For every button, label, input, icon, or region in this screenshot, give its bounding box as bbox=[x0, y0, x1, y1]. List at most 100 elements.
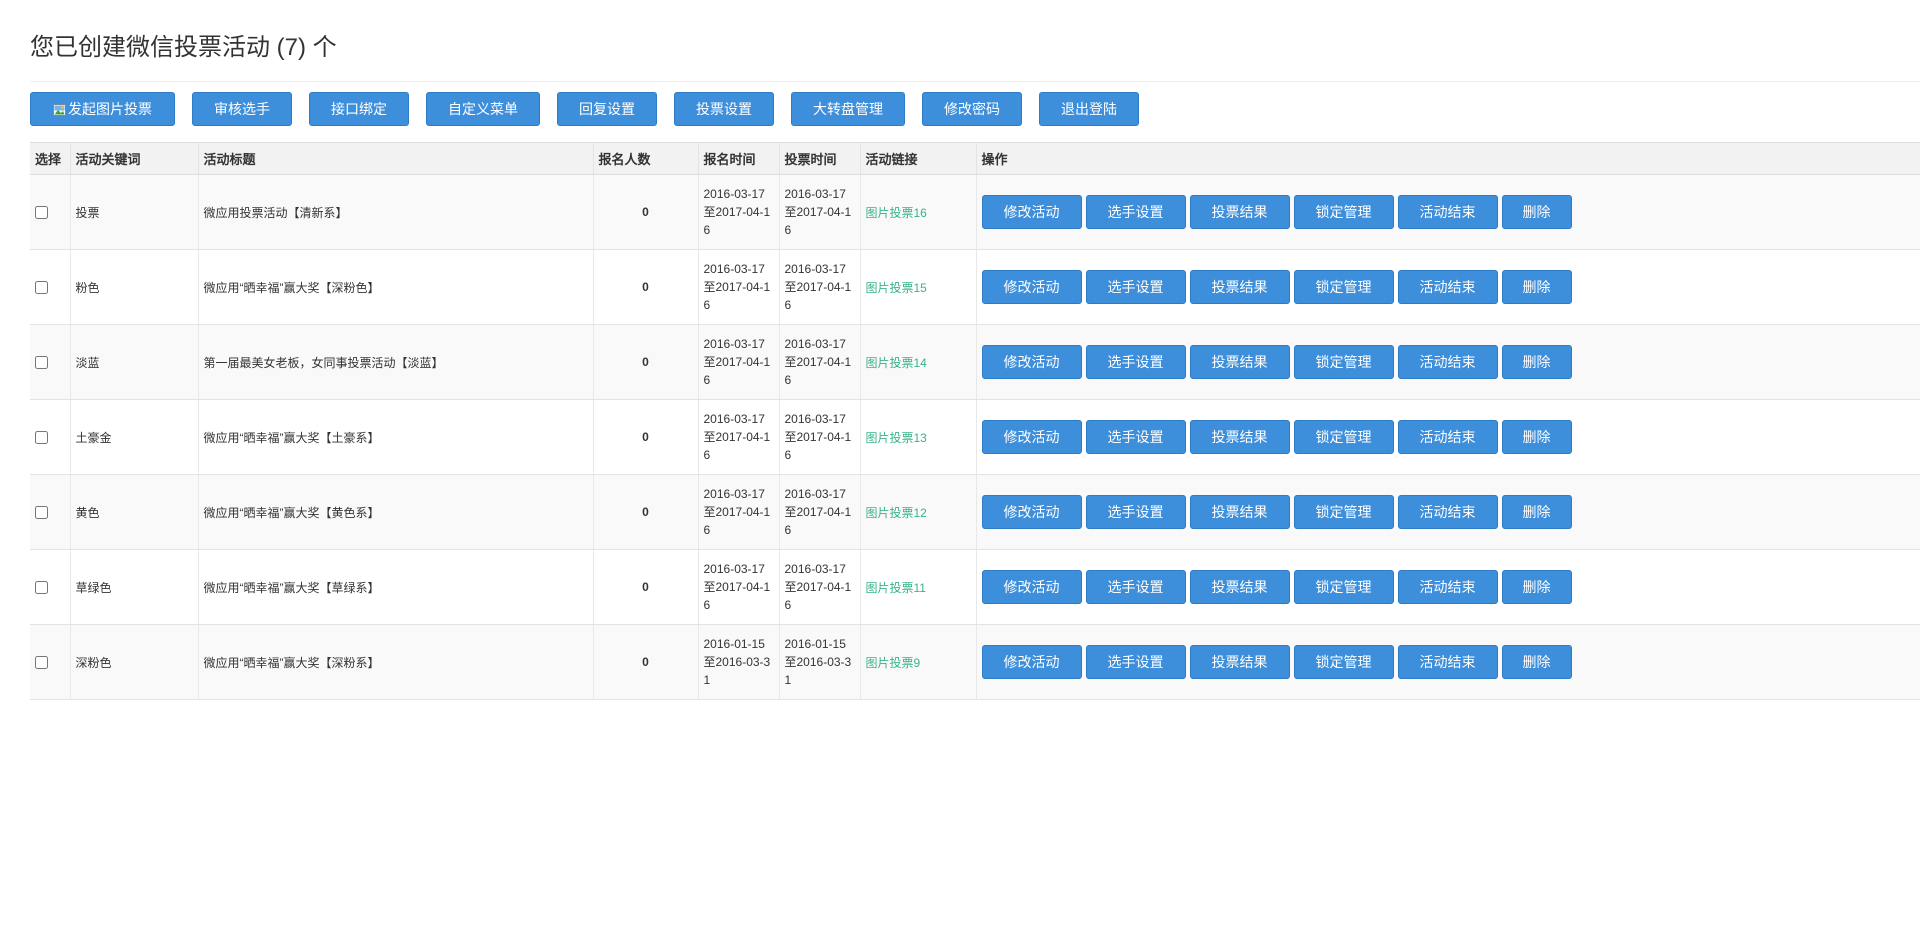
review-players-button[interactable]: 审核选手 bbox=[192, 92, 292, 126]
player-settings-button[interactable]: 选手设置 bbox=[1085, 270, 1186, 304]
player-settings-button[interactable]: 选手设置 bbox=[1085, 420, 1186, 454]
header-link: 活动链接 bbox=[860, 142, 977, 175]
table-row: 土豪金 微应用“晒幸福”赢大奖【土豪系】 0 2016-03-17至2017-0… bbox=[30, 399, 1920, 475]
row-checkbox[interactable] bbox=[35, 281, 48, 295]
custom-menu-button[interactable]: 自定义菜单 bbox=[426, 92, 540, 126]
api-binding-button[interactable]: 接口绑定 bbox=[309, 92, 409, 126]
edit-activity-button[interactable]: 修改活动 bbox=[981, 345, 1082, 379]
player-settings-button[interactable]: 选手设置 bbox=[1085, 570, 1186, 604]
title-cell: 微应用“晒幸福”赢大奖【黄色系】 bbox=[198, 474, 594, 550]
row-vote-time: 2016-03-17至2017-04-16 bbox=[779, 324, 861, 400]
actions-cell: 修改活动 选手设置 投票结果 锁定管理 活动结束 删除 bbox=[976, 249, 1920, 325]
edit-activity-button[interactable]: 修改活动 bbox=[981, 495, 1082, 529]
select-cell bbox=[30, 324, 71, 400]
title-cell: 微应用“晒幸福”赢大奖【深粉色】 bbox=[198, 249, 594, 325]
header-title: 活动标题 bbox=[198, 142, 594, 175]
vote-results-button[interactable]: 投票结果 bbox=[1189, 570, 1290, 604]
edit-activity-button[interactable]: 修改活动 bbox=[981, 195, 1082, 229]
row-checkbox[interactable] bbox=[35, 506, 48, 520]
delete-button[interactable]: 删除 bbox=[1501, 270, 1572, 304]
keyword-cell: 粉色 bbox=[70, 249, 199, 325]
player-settings-button[interactable]: 选手设置 bbox=[1085, 495, 1186, 529]
title-cell: 微应用投票活动【清新系】 bbox=[198, 174, 594, 250]
row-checkbox[interactable] bbox=[35, 431, 48, 445]
player-settings-button[interactable]: 选手设置 bbox=[1085, 345, 1186, 379]
lock-management-button[interactable]: 锁定管理 bbox=[1293, 645, 1394, 679]
end-activity-button[interactable]: 活动结束 bbox=[1397, 645, 1498, 679]
actions-cell: 修改活动 选手设置 投票结果 锁定管理 活动结束 删除 bbox=[976, 549, 1920, 625]
lock-management-button[interactable]: 锁定管理 bbox=[1293, 195, 1394, 229]
edit-activity-button[interactable]: 修改活动 bbox=[981, 570, 1082, 604]
row-link[interactable]: 图片投票12 bbox=[866, 506, 927, 520]
wheel-management-button[interactable]: 大转盘管理 bbox=[791, 92, 905, 126]
logout-button[interactable]: 退出登陆 bbox=[1039, 92, 1139, 126]
end-activity-button[interactable]: 活动结束 bbox=[1397, 195, 1498, 229]
end-activity-button[interactable]: 活动结束 bbox=[1397, 495, 1498, 529]
table-row: 草绿色 微应用“晒幸福”赢大奖【草绿系】 0 2016-03-17至2017-0… bbox=[30, 549, 1920, 625]
table-body: 投票 微应用投票活动【清新系】 0 2016-03-17至2017-04-16 … bbox=[30, 174, 1920, 700]
vote-results-button[interactable]: 投票结果 bbox=[1189, 345, 1290, 379]
vote-results-button[interactable]: 投票结果 bbox=[1189, 195, 1290, 229]
link-cell: 图片投票11 bbox=[860, 549, 977, 625]
row-link[interactable]: 图片投票11 bbox=[866, 581, 926, 595]
row-count: 0 bbox=[593, 249, 699, 325]
row-link[interactable]: 图片投票13 bbox=[866, 431, 927, 445]
row-keyword: 淡蓝 bbox=[75, 355, 100, 370]
vote-results-button[interactable]: 投票结果 bbox=[1189, 645, 1290, 679]
player-settings-button[interactable]: 选手设置 bbox=[1085, 645, 1186, 679]
select-cell bbox=[30, 249, 71, 325]
row-vote-time: 2016-03-17至2017-04-16 bbox=[779, 174, 861, 250]
delete-button[interactable]: 删除 bbox=[1501, 345, 1572, 379]
keyword-cell: 土豪金 bbox=[70, 399, 199, 475]
row-link[interactable]: 图片投票9 bbox=[866, 656, 921, 670]
delete-button[interactable]: 删除 bbox=[1501, 420, 1572, 454]
delete-button[interactable]: 删除 bbox=[1501, 570, 1572, 604]
actions-cell: 修改活动 选手设置 投票结果 锁定管理 活动结束 删除 bbox=[976, 624, 1920, 700]
delete-button[interactable]: 删除 bbox=[1501, 495, 1572, 529]
row-signup-time: 2016-03-17至2017-04-16 bbox=[698, 399, 780, 475]
row-checkbox[interactable] bbox=[35, 581, 48, 595]
vote-settings-button[interactable]: 投票设置 bbox=[674, 92, 774, 126]
end-activity-button[interactable]: 活动结束 bbox=[1397, 345, 1498, 379]
lock-management-button[interactable]: 锁定管理 bbox=[1293, 345, 1394, 379]
delete-button[interactable]: 删除 bbox=[1501, 195, 1572, 229]
vote-results-button[interactable]: 投票结果 bbox=[1189, 270, 1290, 304]
row-checkbox[interactable] bbox=[35, 356, 48, 370]
select-cell bbox=[30, 549, 71, 625]
vote-results-button[interactable]: 投票结果 bbox=[1189, 420, 1290, 454]
edit-activity-button[interactable]: 修改活动 bbox=[981, 420, 1082, 454]
lock-management-button[interactable]: 锁定管理 bbox=[1293, 495, 1394, 529]
table-row: 投票 微应用投票活动【清新系】 0 2016-03-17至2017-04-16 … bbox=[30, 174, 1920, 250]
table-row: 粉色 微应用“晒幸福”赢大奖【深粉色】 0 2016-03-17至2017-04… bbox=[30, 249, 1920, 325]
row-checkbox[interactable] bbox=[35, 206, 48, 220]
end-activity-button[interactable]: 活动结束 bbox=[1397, 270, 1498, 304]
lock-management-button[interactable]: 锁定管理 bbox=[1293, 420, 1394, 454]
reply-settings-button[interactable]: 回复设置 bbox=[557, 92, 657, 126]
row-actions: 修改活动 选手设置 投票结果 锁定管理 活动结束 删除 bbox=[981, 645, 1916, 679]
row-title: 微应用“晒幸福”赢大奖【黄色系】 bbox=[203, 505, 380, 520]
row-keyword: 粉色 bbox=[75, 280, 100, 295]
row-vote-time: 2016-01-15至2016-03-31 bbox=[779, 624, 861, 700]
row-checkbox[interactable] bbox=[35, 656, 48, 670]
edit-activity-button[interactable]: 修改活动 bbox=[981, 645, 1082, 679]
row-link[interactable]: 图片投票14 bbox=[866, 356, 927, 370]
table-row: 淡蓝 第一届最美女老板，女同事投票活动【淡蓝】 0 2016-03-17至201… bbox=[30, 324, 1920, 400]
delete-button[interactable]: 删除 bbox=[1501, 645, 1572, 679]
image-icon bbox=[53, 104, 66, 116]
vote-results-button[interactable]: 投票结果 bbox=[1189, 495, 1290, 529]
start-image-vote-button[interactable]: 发起图片投票 bbox=[30, 92, 175, 126]
row-signup-time: 2016-03-17至2017-04-16 bbox=[698, 249, 780, 325]
row-keyword: 深粉色 bbox=[75, 655, 112, 670]
change-password-button[interactable]: 修改密码 bbox=[922, 92, 1022, 126]
end-activity-button[interactable]: 活动结束 bbox=[1397, 420, 1498, 454]
end-activity-button[interactable]: 活动结束 bbox=[1397, 570, 1498, 604]
lock-management-button[interactable]: 锁定管理 bbox=[1293, 570, 1394, 604]
row-link[interactable]: 图片投票16 bbox=[866, 206, 927, 220]
edit-activity-button[interactable]: 修改活动 bbox=[981, 270, 1082, 304]
row-link[interactable]: 图片投票15 bbox=[866, 281, 927, 295]
table-row: 深粉色 微应用“晒幸福”赢大奖【深粉系】 0 2016-01-15至2016-0… bbox=[30, 624, 1920, 700]
lock-management-button[interactable]: 锁定管理 bbox=[1293, 270, 1394, 304]
row-count: 0 bbox=[593, 624, 699, 700]
player-settings-button[interactable]: 选手设置 bbox=[1085, 195, 1186, 229]
row-count: 0 bbox=[593, 174, 699, 250]
